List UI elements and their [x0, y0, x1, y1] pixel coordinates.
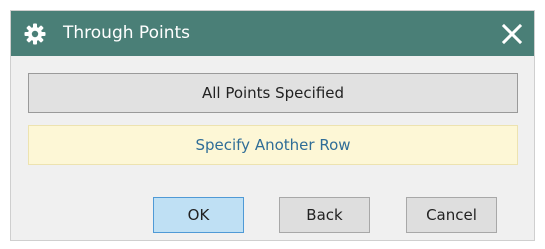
ok-button-label: OK [187, 206, 210, 224]
close-icon[interactable] [499, 21, 525, 47]
through-points-dialog: Through Points All Points Specified Spec… [10, 10, 535, 241]
dialog-title: Through Points [63, 23, 190, 43]
gear-icon [23, 22, 47, 46]
specify-another-row-button[interactable]: Specify Another Row [28, 125, 518, 165]
back-button-label: Back [306, 206, 343, 224]
cancel-button-label: Cancel [426, 206, 477, 224]
all-points-specified-button[interactable]: All Points Specified [28, 73, 518, 113]
ok-button[interactable]: OK [153, 197, 244, 233]
title-bar[interactable]: Through Points [11, 11, 534, 56]
specify-another-row-label: Specify Another Row [195, 136, 351, 154]
all-points-specified-label: All Points Specified [201, 84, 345, 102]
back-button[interactable]: Back [279, 197, 370, 233]
cancel-button[interactable]: Cancel [406, 197, 497, 233]
